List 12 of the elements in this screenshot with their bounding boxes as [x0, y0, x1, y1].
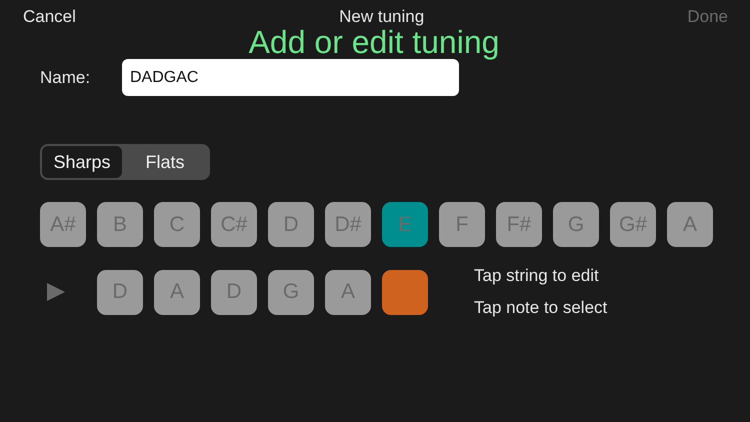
hint-text: Tap note to select [474, 298, 608, 318]
cancel-button[interactable]: Cancel [23, 7, 76, 27]
headline: Add or edit tuning [248, 25, 500, 59]
nav-title: New tuning [339, 7, 424, 27]
play-icon[interactable] [46, 282, 66, 302]
hint-text: Tap string to edit [474, 266, 600, 286]
note-key[interactable]: E [382, 202, 428, 247]
string-key[interactable] [382, 270, 428, 314]
segment-button[interactable]: Sharps [42, 146, 122, 178]
name-label: Name: [40, 68, 92, 88]
segment-button[interactable]: Flats [122, 146, 208, 178]
name-input-field[interactable]: DADGAC [122, 59, 459, 96]
